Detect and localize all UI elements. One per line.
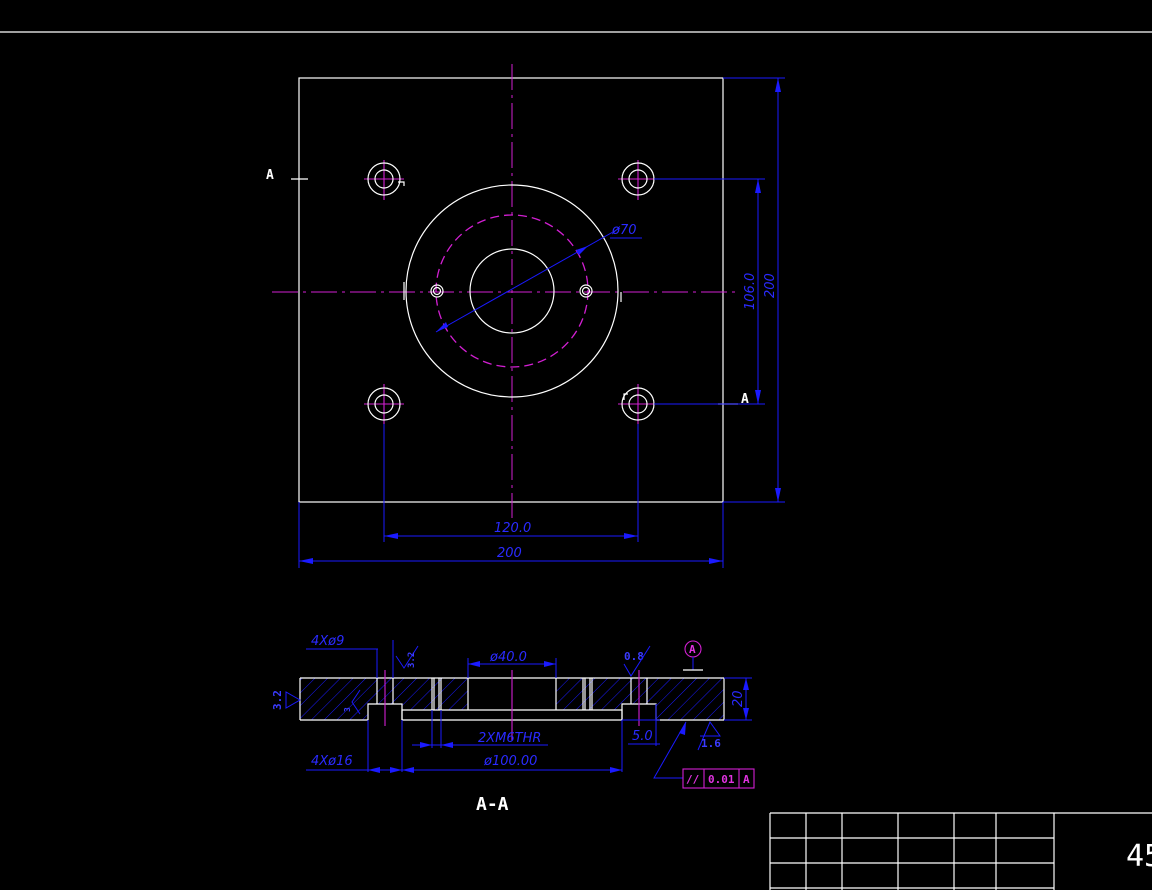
thickness-arrow-bottom	[743, 708, 749, 720]
cad-drawing: ø70 A A 120.0 200 106.0 200 4Xø9 3.2 ø40…	[0, 31, 1152, 890]
callout-thread: 2XM6THR	[478, 731, 541, 746]
plan-view: ø70 A A 120.0 200 106.0 200	[266, 64, 785, 568]
roughness-left: 3.2	[271, 690, 284, 710]
dim-width-total: 200	[497, 546, 522, 561]
roughness-bottom: 1.6	[701, 737, 721, 750]
arrow-200v-bottom	[775, 488, 781, 502]
section-title: A-A	[476, 794, 509, 815]
holes-bottom-arrow-a	[368, 767, 380, 773]
holes-bottom-arrow-b	[390, 767, 402, 773]
callout-holes-bottom: 4Xø16	[311, 754, 353, 769]
dim-circle-diameter: ø70	[611, 223, 637, 238]
arrow-120-left	[384, 533, 398, 539]
callout-holes-top: 4Xø9	[311, 634, 344, 649]
arrow-120-right	[624, 533, 638, 539]
phi70-arrow-a	[436, 322, 448, 332]
hatch-region-3	[402, 678, 468, 710]
thread-hole-left	[430, 284, 444, 298]
arrow-200h-left	[299, 558, 313, 564]
tolerance-leader-arrow	[679, 722, 686, 735]
callout-recess: ø100.00	[483, 754, 537, 769]
title-block: 45	[769, 812, 1152, 890]
section-view: 4Xø9 3.2 ø40.0 0.8 A 20 3.2 3 2XM6THR 4X…	[271, 634, 755, 815]
dim-hole-spacing-y: 106.0	[743, 273, 758, 310]
thread-hole-left-inner	[432, 286, 442, 296]
hatch-region-6	[656, 678, 724, 720]
hatch-region-4	[556, 678, 622, 710]
dim-thickness: 20	[731, 690, 746, 707]
dim-height-total: 200	[763, 273, 778, 298]
roughness-left-small: 3	[343, 707, 352, 712]
arrow-106-bottom	[755, 390, 761, 404]
tolerance-value: 0.01	[708, 773, 735, 786]
bore-arrow-right	[544, 661, 556, 667]
hatch-region-1	[300, 678, 368, 720]
roughness-top: 3.2	[407, 652, 417, 668]
arrow-200h-right	[709, 558, 723, 564]
tolerance-datum: A	[743, 773, 750, 786]
arrow-200v-top	[775, 78, 781, 92]
tolerance-symbol: //	[686, 773, 700, 786]
callout-bore: ø40.0	[489, 650, 527, 665]
thread-hole-right	[579, 284, 593, 298]
bore-arrow-left	[468, 661, 480, 667]
section-mark-right: A	[741, 392, 749, 407]
dim-depth: 5.0	[632, 729, 653, 744]
arrow-106-top	[755, 179, 761, 193]
roughness-left-symbol	[285, 691, 302, 709]
datum-label: A	[689, 643, 696, 656]
thickness-arrow-top	[743, 678, 749, 690]
section-mark-left: A	[266, 168, 274, 183]
recess-arrow-b	[610, 767, 622, 773]
title-block-material: 45	[1126, 839, 1152, 874]
thread-arrow-a	[420, 742, 432, 748]
phi70-leader	[435, 227, 621, 333]
recess-arrow-a	[402, 767, 414, 773]
dim-hole-spacing-x: 120.0	[494, 521, 531, 536]
thread-arrow-b	[441, 742, 453, 748]
